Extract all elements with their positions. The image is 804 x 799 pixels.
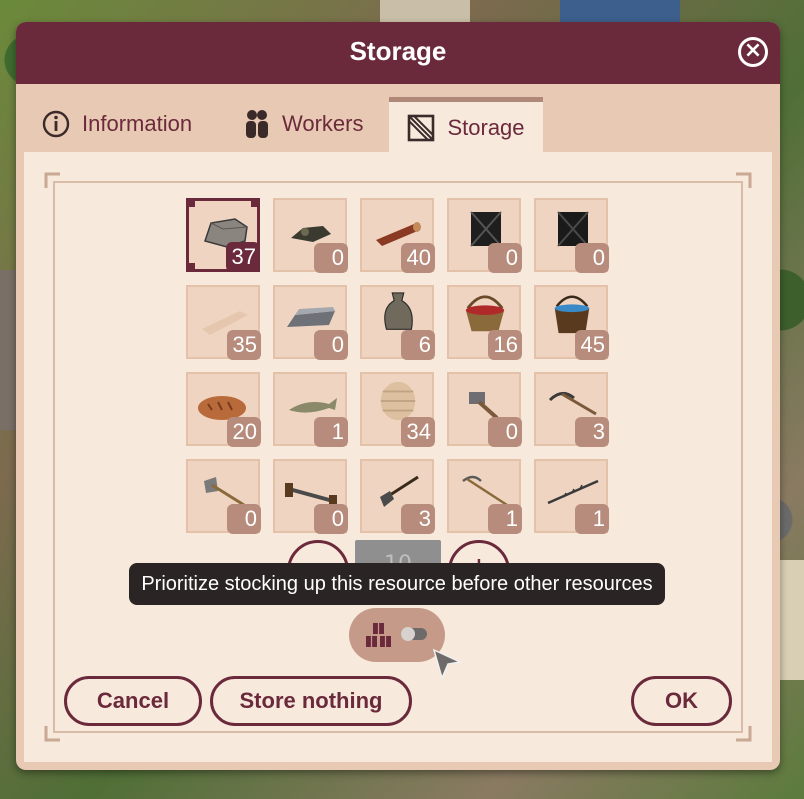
inventory-slot[interactable]: 1 <box>273 372 348 447</box>
selection-corner <box>251 198 260 207</box>
info-icon <box>42 110 70 138</box>
inventory-slot[interactable]: 3 <box>534 372 609 447</box>
item-count: 3 <box>401 504 435 534</box>
close-icon: × <box>743 38 763 63</box>
tab-label: Workers <box>282 111 364 136</box>
inventory-slot[interactable]: 3 <box>360 459 435 534</box>
inventory-slot[interactable]: 0 <box>447 372 522 447</box>
inventory-slot[interactable]: 20 <box>186 372 261 447</box>
inventory-slot[interactable]: 0 <box>186 459 261 534</box>
item-count: 1 <box>488 504 522 534</box>
inventory-slot[interactable]: 1 <box>447 459 522 534</box>
item-count: 37 <box>226 242 260 272</box>
item-count: 45 <box>575 330 609 360</box>
tab-workers[interactable]: Workers <box>244 97 364 151</box>
item-count: 0 <box>314 243 348 273</box>
item-count: 0 <box>227 504 261 534</box>
inventory-slot[interactable]: 45 <box>534 285 609 360</box>
selection-corner <box>186 198 195 207</box>
store-nothing-button[interactable]: Store nothing <box>210 676 412 726</box>
item-count: 34 <box>401 417 435 447</box>
cancel-button[interactable]: Cancel <box>64 676 202 726</box>
workers-icon <box>244 109 270 139</box>
toggle-switch[interactable] <box>401 627 427 641</box>
inventory-slot[interactable]: 0 <box>273 198 348 273</box>
inventory-slot[interactable]: 0 <box>534 198 609 273</box>
inventory-slot[interactable]: 37 <box>186 198 260 272</box>
item-count: 1 <box>314 417 348 447</box>
item-count: 16 <box>488 330 522 360</box>
item-count: 40 <box>401 243 435 273</box>
mouse-cursor-icon <box>432 648 463 681</box>
close-button[interactable]: × <box>738 37 768 67</box>
inventory-slot[interactable]: 1 <box>534 459 609 534</box>
inventory-slot[interactable]: 40 <box>360 198 435 273</box>
dialog-title: Storage <box>349 36 447 66</box>
inventory-slot[interactable]: 0 <box>273 459 348 534</box>
item-count: 0 <box>314 330 348 360</box>
inventory-slot[interactable]: 0 <box>447 198 522 273</box>
item-count: 3 <box>575 417 609 447</box>
item-count: 20 <box>227 417 261 447</box>
ok-button[interactable]: OK <box>631 676 732 726</box>
inventory-slot[interactable]: 6 <box>360 285 435 360</box>
tab-storage[interactable]: Storage <box>389 97 543 153</box>
tab-information[interactable]: Information <box>42 97 192 151</box>
item-count: 6 <box>401 330 435 360</box>
item-count: 0 <box>575 243 609 273</box>
dialog-titlebar: Storage × <box>16 22 780 84</box>
tab-label: Storage <box>447 114 525 140</box>
item-count: 0 <box>314 504 348 534</box>
item-count: 0 <box>488 417 522 447</box>
inventory-slot[interactable]: 35 <box>186 285 261 360</box>
inventory-slot[interactable]: 0 <box>273 285 348 360</box>
tab-bar: Information Workers Storage <box>16 84 780 154</box>
item-count: 1 <box>575 504 609 534</box>
selection-corner <box>186 263 195 272</box>
item-count: 0 <box>488 243 522 273</box>
tab-label: Information <box>82 111 193 136</box>
item-count: 35 <box>227 330 261 360</box>
crate-icon <box>407 114 435 142</box>
inventory-slot[interactable]: 34 <box>360 372 435 447</box>
priority-tooltip: Prioritize stocking up this resource bef… <box>129 563 665 605</box>
inventory-slot[interactable]: 16 <box>447 285 522 360</box>
building-wall <box>780 560 804 680</box>
crates-icon <box>366 623 391 647</box>
